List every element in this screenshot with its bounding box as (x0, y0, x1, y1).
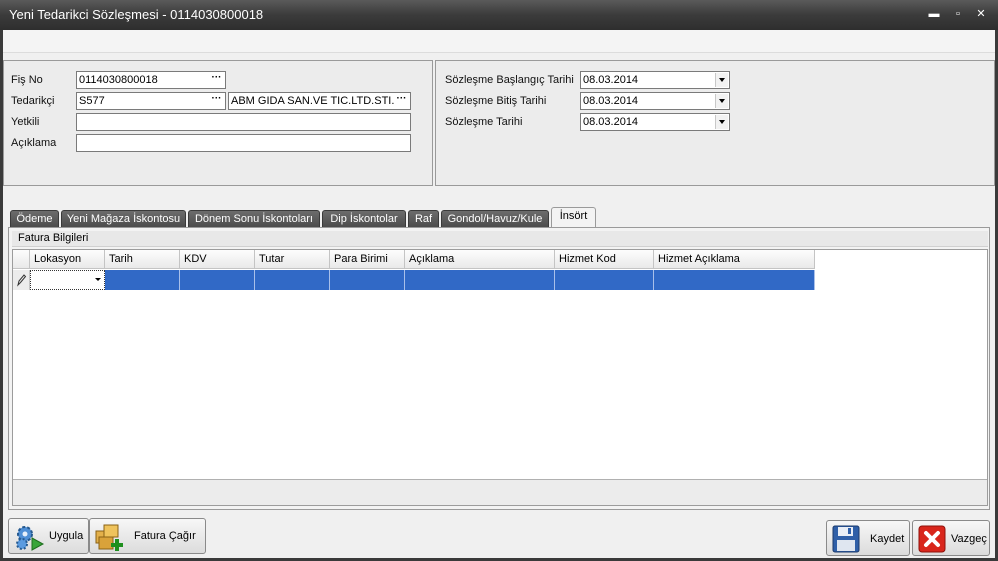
contract-date-dropdown-icon[interactable] (715, 115, 728, 129)
tab-odeme[interactable]: Ödeme (10, 210, 59, 228)
column-header-para-birimi[interactable]: Para Birimi (330, 250, 405, 269)
tutar-cell[interactable] (255, 270, 330, 290)
fis-no-field[interactable]: 0114030800018 ··· (76, 71, 226, 89)
gears-apply-icon (16, 526, 45, 551)
start-date-dropdown-icon[interactable] (715, 73, 728, 87)
end-date-label: Sözleşme Bitiş Tarihi (445, 95, 547, 107)
toolbar-strip (3, 30, 995, 53)
column-header-aciklama[interactable]: Açıklama (405, 250, 555, 269)
tab-gondol-havuz-kule[interactable]: Gondol/Havuz/Kule (441, 210, 549, 228)
window-client: Fiş No 0114030800018 ··· Tedarikçi S577 … (3, 30, 995, 558)
row-indicator[interactable] (13, 270, 30, 290)
hizmet-aciklama-cell[interactable] (654, 270, 815, 290)
row-indicator-header (13, 250, 30, 269)
column-header-tutar[interactable]: Tutar (255, 250, 330, 269)
fis-no-lookup-button[interactable]: ··· (209, 73, 224, 87)
tedarikci-code-value: S577 (79, 95, 105, 107)
tedarikci-code-field[interactable]: S577 ··· (76, 92, 226, 110)
tedarikci-name-lookup-button[interactable]: ··· (394, 94, 409, 108)
vazgec-button[interactable]: Vazgeç (912, 520, 990, 556)
para-birimi-cell[interactable] (330, 270, 405, 290)
tab-yeni-magaza-iskontosu[interactable]: Yeni Mağaza İskontosu (61, 210, 186, 228)
yetkili-label: Yetkili (11, 116, 40, 128)
lokasyon-cell-editor[interactable] (30, 270, 105, 290)
column-header-lokasyon[interactable]: Lokasyon (30, 250, 105, 269)
start-date-label: Sözleşme Başlangıç Tarihi (445, 74, 574, 86)
contract-date-value: 08.03.2014 (583, 116, 639, 128)
fis-no-value: 0114030800018 (79, 74, 158, 86)
minimize-button[interactable]: ▬ (925, 6, 943, 22)
column-header-kdv[interactable]: KDV (180, 250, 255, 269)
vazgec-label: Vazgeç (951, 533, 987, 545)
aciklama-field[interactable] (76, 134, 411, 152)
start-date-value: 08.03.2014 (583, 74, 639, 86)
title-bar: Yeni Tedarikci Sözleşmesi - 011403080001… (0, 0, 998, 30)
fatura-cagir-button[interactable]: Fatura Çağır (89, 518, 206, 554)
tarih-cell[interactable] (105, 270, 180, 290)
tab-raf[interactable]: Raf (408, 210, 439, 228)
boxes-add-icon (95, 524, 123, 551)
aciklama-label: Açıklama (11, 137, 57, 149)
start-date-picker[interactable]: 08.03.2014 (580, 71, 730, 89)
close-button[interactable]: ✕ (972, 6, 990, 22)
header-panel-right: Sözleşme Başlangıç Tarihi 08.03.2014 Söz… (435, 60, 995, 186)
column-header-hizmet-aciklama[interactable]: Hizmet Açıklama (654, 250, 815, 269)
cancel-x-icon (918, 525, 946, 553)
end-date-value: 08.03.2014 (583, 95, 639, 107)
end-date-picker[interactable]: 08.03.2014 (580, 92, 730, 110)
fatura-cagir-label: Fatura Çağır (134, 530, 196, 542)
group-title: Fatura Bilgileri (12, 231, 988, 247)
tab-dip-iskontolar[interactable]: Dip İskontolar (322, 210, 406, 228)
uygula-label: Uygula (49, 530, 84, 542)
header-panel-left: Fiş No 0114030800018 ··· Tedarikçi S577 … (3, 60, 433, 186)
tedarikci-label: Tedarikçi (11, 95, 55, 107)
contract-date-picker[interactable]: 08.03.2014 (580, 113, 730, 131)
maximize-button[interactable]: ▫ (949, 6, 967, 22)
grid-footer (13, 479, 987, 505)
tedarikci-lookup-button[interactable]: ··· (209, 94, 224, 108)
fis-no-label: Fiş No (11, 74, 43, 86)
tab-insort[interactable]: İnsört (551, 207, 596, 228)
tab-panel-insort: Fatura Bilgileri Lokasyon Tarih KDV Tuta… (8, 227, 990, 510)
window-title: Yeni Tedarikci Sözleşmesi - 011403080001… (9, 7, 264, 22)
yetkili-field[interactable] (76, 113, 411, 131)
kdv-cell[interactable] (180, 270, 255, 290)
tab-donem-sonu-iskontolari[interactable]: Dönem Sonu İskontoları (188, 210, 320, 228)
pencil-icon (17, 274, 27, 287)
hizmet-kod-cell[interactable] (555, 270, 654, 290)
kaydet-button[interactable]: Kaydet (826, 520, 910, 556)
lokasyon-dropdown-icon[interactable] (95, 278, 101, 281)
end-date-dropdown-icon[interactable] (715, 94, 728, 108)
aciklama-cell[interactable] (405, 270, 555, 290)
floppy-disk-icon (832, 525, 860, 553)
contract-date-label: Sözleşme Tarihi (445, 116, 523, 128)
tedarikci-name-field[interactable]: ABM GIDA SAN.VE TIC.LTD.STI. ··· (228, 92, 411, 110)
tedarikci-name-value: ABM GIDA SAN.VE TIC.LTD.STI. (231, 95, 395, 107)
kaydet-label: Kaydet (870, 533, 905, 545)
column-header-hizmet-kod[interactable]: Hizmet Kod (555, 250, 654, 269)
uygula-button[interactable]: Uygula (8, 518, 89, 554)
column-header-tarih[interactable]: Tarih (105, 250, 180, 269)
invoice-grid[interactable]: Lokasyon Tarih KDV Tutar Para Birimi Açı… (12, 249, 988, 506)
